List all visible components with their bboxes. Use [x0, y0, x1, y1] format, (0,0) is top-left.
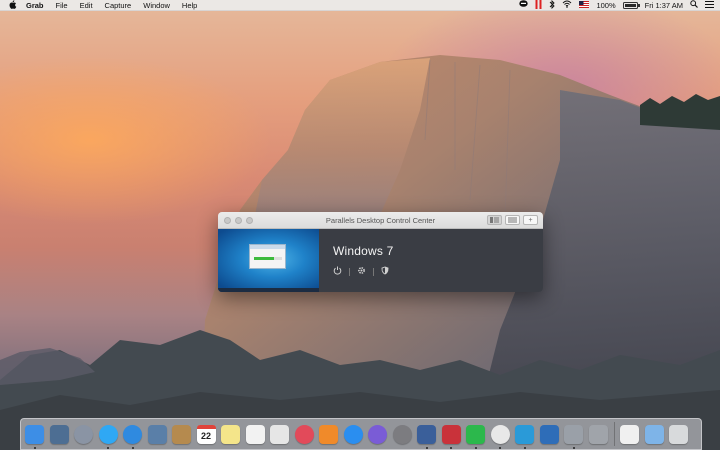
gear-icon[interactable]	[357, 266, 366, 277]
menu-edit[interactable]: Edit	[74, 0, 99, 11]
notes-icon	[221, 425, 240, 444]
line-chat-icon	[466, 425, 485, 444]
minimize-button[interactable]	[235, 216, 242, 224]
dock-apps: 22	[25, 424, 613, 449]
dock-item-xcode[interactable]	[417, 424, 436, 449]
dock-item-safari[interactable]	[123, 424, 142, 449]
dock-item-skitch[interactable]	[515, 424, 534, 449]
dock-item-chrome[interactable]	[490, 424, 510, 449]
parallels-control-center-window: Parallels Desktop Control Center + Windo…	[218, 212, 543, 292]
vm-screen-dialog	[249, 244, 286, 269]
dock-item-photos[interactable]	[270, 424, 289, 444]
dock-item-grab[interactable]	[564, 424, 583, 449]
dock-item-calendar[interactable]: 22	[196, 424, 216, 444]
dock-item-migration[interactable]	[588, 424, 608, 444]
info-icon	[368, 425, 387, 444]
rocket-icon	[74, 425, 93, 444]
battery-percent: 100%	[596, 0, 616, 10]
photos-icon	[270, 425, 289, 444]
list-view-button[interactable]	[505, 215, 520, 225]
line-status-icon[interactable]	[519, 0, 529, 10]
contacts-icon	[172, 425, 191, 444]
thumbnail-view-icon	[490, 217, 499, 223]
dock-item-ibooks-author[interactable]	[368, 424, 387, 444]
dock-item-preview[interactable]	[147, 424, 167, 444]
dock-item-system-preferences[interactable]	[392, 424, 412, 444]
menu-file[interactable]: File	[50, 0, 74, 11]
vm-name: Windows 7	[333, 244, 394, 258]
vm-taskbar	[218, 288, 319, 292]
dock-item-app-store[interactable]	[343, 424, 363, 444]
zoom-button[interactable]	[246, 216, 253, 224]
dock-item-itunes[interactable]	[294, 424, 314, 444]
wifi-icon[interactable]	[562, 0, 572, 10]
window-controls	[218, 216, 253, 224]
menu-window[interactable]: Window	[137, 0, 176, 11]
divider	[373, 267, 374, 276]
window-titlebar[interactable]: Parallels Desktop Control Center +	[218, 212, 543, 229]
vm-thumbnail[interactable]	[218, 229, 319, 292]
finder-icon	[25, 425, 44, 444]
dock-item-messages[interactable]	[98, 424, 118, 449]
battery-icon[interactable]	[622, 1, 640, 9]
notification-center-icon[interactable]	[705, 0, 714, 10]
preview-icon	[50, 425, 69, 444]
us-flag-icon[interactable]	[579, 0, 590, 10]
app-store-icon	[344, 425, 363, 444]
menu-capture[interactable]: Capture	[99, 0, 138, 11]
dock-item-documents[interactable]	[620, 424, 639, 444]
add-vm-button[interactable]: +	[523, 215, 538, 225]
close-button[interactable]	[224, 216, 231, 224]
list-view-icon	[508, 217, 517, 223]
dock-item-notes[interactable]	[221, 424, 240, 444]
document-icon	[620, 425, 639, 444]
dock-item-launchpad[interactable]	[74, 424, 93, 444]
bluetooth-icon[interactable]	[549, 0, 556, 11]
menu-help[interactable]: Help	[176, 0, 203, 11]
folder-icon	[645, 425, 664, 444]
shield-icon[interactable]	[381, 266, 389, 277]
photo-icon	[148, 425, 167, 444]
migration-icon	[589, 425, 608, 444]
dock-item-contacts[interactable]	[172, 424, 191, 444]
apple-logo-icon[interactable]	[8, 0, 18, 11]
trash-icon	[669, 425, 688, 444]
parallels-icon	[442, 425, 461, 444]
dock-item-photos-viewer[interactable]	[49, 424, 69, 444]
power-icon[interactable]	[333, 266, 342, 277]
gear-icon	[393, 425, 412, 444]
remote-desktop-icon	[540, 425, 559, 444]
thumbnail-view-button[interactable]	[487, 215, 502, 225]
dock-separator	[614, 422, 615, 446]
dock-item-line[interactable]	[466, 424, 485, 449]
dock: 22	[20, 418, 702, 450]
dock-item-downloads-folder[interactable]	[644, 424, 664, 444]
calendar-icon: 22	[196, 424, 216, 444]
dock-item-parallels-desktop[interactable]	[441, 424, 461, 449]
spotlight-search-icon[interactable]	[690, 0, 698, 10]
compass-icon	[123, 425, 142, 444]
vm-list: Windows 7	[218, 229, 543, 292]
grab-icon	[564, 425, 583, 444]
menu-app-name[interactable]: Grab	[26, 0, 50, 11]
vm-entry[interactable]: Windows 7	[319, 229, 394, 292]
messages-icon	[99, 425, 118, 444]
reminders-icon	[246, 425, 265, 444]
menu-bar: Grab File Edit Capture Window Help 100% …	[0, 0, 720, 11]
skitch-icon	[515, 425, 534, 444]
hammer-icon	[417, 425, 436, 444]
dock-item-trash[interactable]	[669, 424, 688, 444]
dock-stacks	[620, 424, 694, 444]
divider	[349, 267, 350, 276]
dock-item-remote-desktop[interactable]	[539, 424, 559, 444]
clock[interactable]: Fri 1:37 AM	[645, 1, 683, 10]
parallels-status-icon[interactable]	[535, 0, 542, 11]
dock-item-reminders[interactable]	[245, 424, 265, 444]
music-icon	[295, 425, 314, 444]
chrome-icon	[491, 425, 510, 444]
battery-fill	[624, 3, 636, 7]
dock-item-ibooks[interactable]	[319, 424, 338, 444]
dock-item-finder[interactable]	[25, 424, 44, 449]
book-icon	[319, 425, 338, 444]
